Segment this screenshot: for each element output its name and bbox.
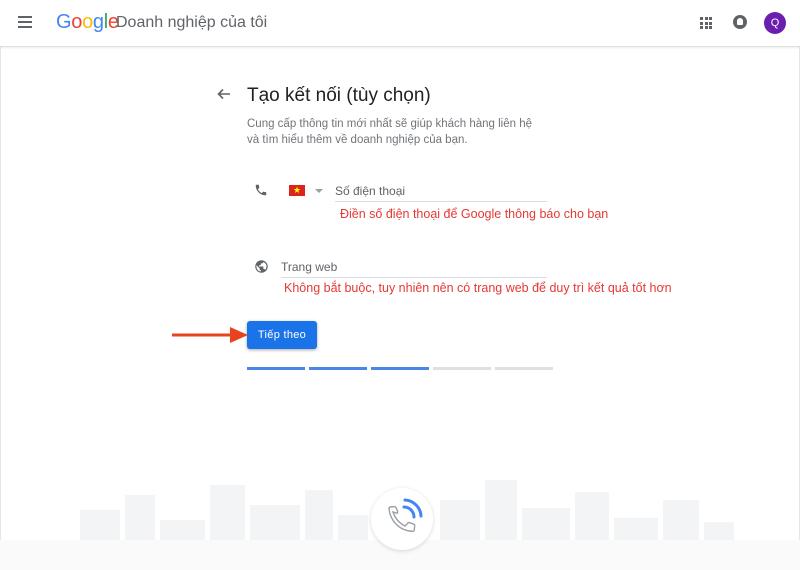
phone-annotation: Điền số điện thoại để Google thông báo c… <box>340 207 609 221</box>
progress-segment <box>309 367 367 370</box>
page-title: Tạo kết nối (tùy chọn) <box>247 85 431 106</box>
step-progress <box>247 367 553 370</box>
website-input[interactable] <box>281 257 547 278</box>
phone-number-input[interactable] <box>335 181 547 202</box>
progress-segment <box>247 367 305 370</box>
next-button[interactable]: Tiếp theo <box>247 321 317 349</box>
step-description: Cung cấp thông tin mới nhất sẽ giúp khác… <box>247 118 533 146</box>
avatar[interactable]: Q <box>764 12 786 34</box>
progress-segment <box>433 367 491 370</box>
progress-segment <box>495 367 553 370</box>
phone-icon <box>254 183 268 202</box>
progress-segment <box>371 367 429 370</box>
apps-icon[interactable] <box>700 17 712 29</box>
phone-call-illustration <box>371 488 433 550</box>
google-logo[interactable]: Google <box>56 11 119 34</box>
country-dropdown-icon[interactable] <box>315 189 323 193</box>
product-name: Doanh nghiệp của tôi <box>116 14 268 31</box>
vietnam-flag-icon[interactable]: ★ <box>289 185 305 196</box>
menu-icon[interactable] <box>18 16 32 28</box>
globe-icon <box>254 259 269 279</box>
red-arrow-icon <box>170 325 250 350</box>
app-header: Google Doanh nghiệp của tôi Q <box>0 0 800 47</box>
back-arrow-icon[interactable] <box>216 86 232 107</box>
notifications-icon[interactable] <box>733 15 747 29</box>
website-annotation: Không bắt buộc, tuy nhiên nên có trang w… <box>284 281 672 295</box>
